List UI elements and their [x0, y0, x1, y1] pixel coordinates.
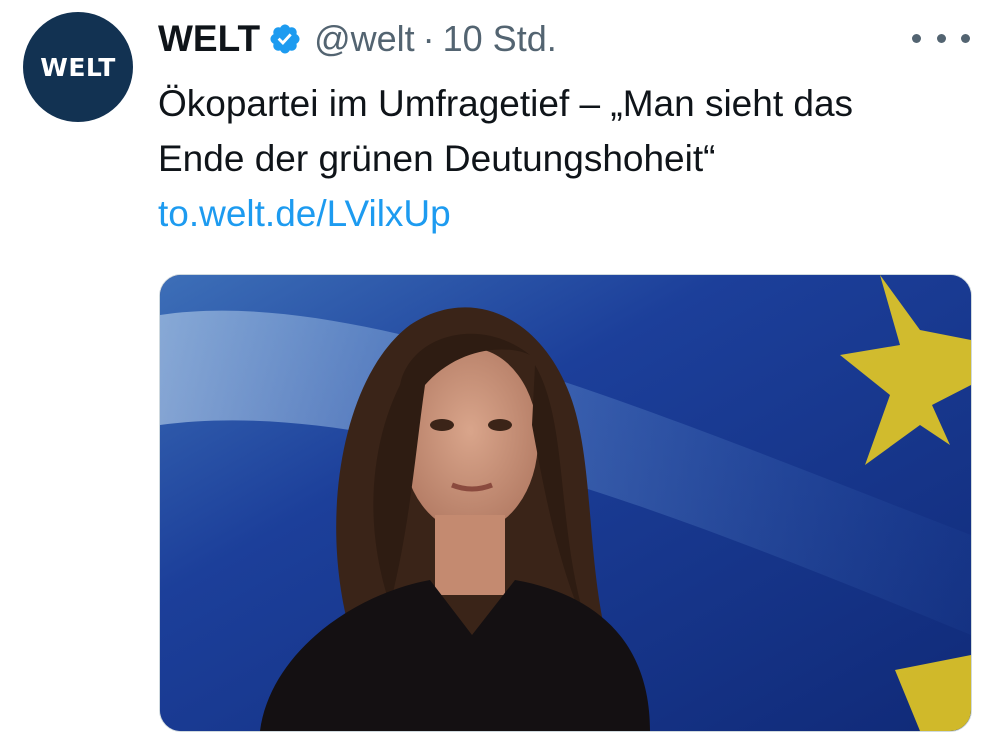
tweet-media-image[interactable] — [159, 274, 972, 732]
tweet-text-line: Ende der grünen Deutungshoheit“ — [158, 138, 716, 179]
timestamp[interactable]: 10 Std. — [443, 18, 557, 60]
tweet-header: WELT @welt · 10 Std. — [158, 14, 557, 64]
avatar[interactable]: WELT — [23, 12, 133, 122]
more-options-icon[interactable] — [912, 18, 970, 58]
more-dot — [961, 33, 970, 43]
tweet-card[interactable]: WELT WELT @welt · 10 Std. Ökopartei im U… — [0, 0, 995, 746]
more-dot — [912, 33, 921, 43]
user-handle[interactable]: @welt — [314, 18, 415, 60]
verified-badge-icon — [270, 24, 300, 54]
separator-dot: · — [422, 18, 435, 59]
avatar-logo-text: WELT — [40, 52, 116, 82]
photo-woman-eu-flag — [160, 275, 971, 731]
more-dot — [936, 33, 946, 43]
tweet-text: Ökopartei im Umfragetief – „Man sieht da… — [158, 76, 978, 186]
tweet-text-line: Ökopartei im Umfragetief – „Man sieht da… — [158, 83, 854, 124]
tweet-link[interactable]: to.welt.de/LVilxUp — [158, 186, 451, 241]
display-name[interactable]: WELT — [158, 18, 260, 60]
